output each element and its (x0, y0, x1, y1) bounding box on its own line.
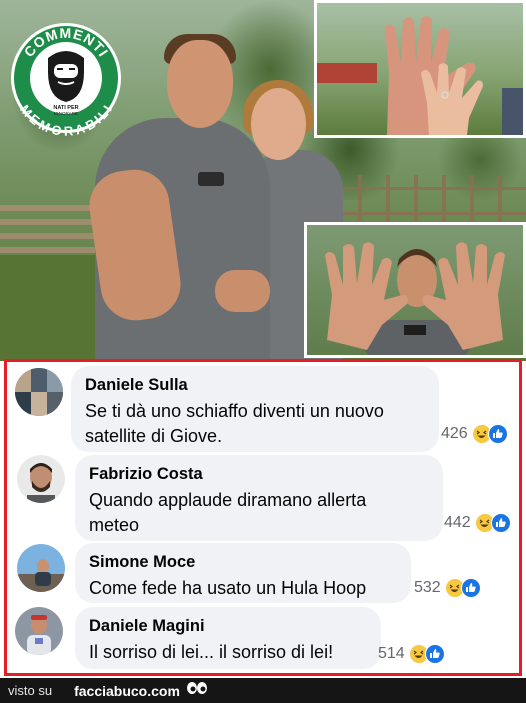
comment-text-line: Come fede ha usato un Hula Hoop (89, 578, 367, 598)
comment-bubble: Simone Moce Come fede ha usato un Hula H… (75, 543, 411, 603)
reaction-count: 514 (378, 645, 405, 662)
avatar[interactable] (15, 607, 63, 655)
comment-author[interactable]: Simone Moce (89, 552, 397, 572)
commenti-memorabili-logo: COMMENTI MEMORABILI NATI PER IGNORARE (10, 14, 122, 142)
woman-head (251, 88, 306, 160)
shirt-logo (198, 172, 224, 186)
background-fence (330, 175, 526, 225)
footer-bar: visto su facciabuco.com (0, 678, 526, 703)
comment-text-line: meteo (89, 515, 140, 535)
avatar[interactable] (17, 455, 65, 503)
comment-author[interactable]: Daniele Magini (89, 616, 367, 636)
avatar[interactable] (17, 544, 65, 592)
comment-bubble: Daniele Sulla Se ti dà uno schiaffo dive… (71, 366, 439, 452)
comment-text-line: Se ti dà uno schiaffo diventi un nuovo (85, 401, 384, 421)
reaction-count: 442 (444, 514, 471, 531)
reaction-count: 426 (441, 425, 468, 442)
eyes-icon (186, 681, 208, 700)
like-icon (460, 578, 481, 598)
avatar[interactable] (15, 368, 63, 416)
reaction-summary[interactable]: 442 (444, 513, 511, 533)
inset-hands-comparison (314, 0, 526, 138)
like-icon (424, 644, 445, 664)
reaction-summary[interactable]: 514 (378, 644, 445, 664)
comment-author[interactable]: Fabrizio Costa (89, 464, 429, 484)
reaction-summary[interactable]: 426 (441, 424, 508, 444)
footer-site-link[interactable]: facciabuco.com (74, 683, 180, 699)
meme-photo: COMMENTI MEMORABILI NATI PER IGNORARE (0, 0, 526, 361)
like-icon (487, 424, 508, 444)
man-head (167, 40, 233, 128)
comment-author[interactable]: Daniele Sulla (85, 375, 425, 395)
like-icon (490, 513, 511, 533)
footer-prefix: visto su (8, 683, 53, 698)
hands (215, 270, 270, 312)
comment-bubble: Daniele Magini Il sorriso di lei... il s… (75, 607, 381, 669)
comment-text-line: Il sorriso di lei... il sorriso di lei! (89, 642, 334, 662)
comment-text-line: satellite di Giove. (85, 426, 223, 446)
reaction-summary[interactable]: 532 (414, 578, 481, 598)
comment-text-line: Quando applaude diramano allerta (89, 490, 367, 510)
comments-panel: Daniele Sulla Se ti dà uno schiaffo dive… (4, 359, 522, 676)
reaction-count: 532 (414, 579, 441, 596)
logo-tagline-2: IGNORARE (54, 111, 78, 116)
inset-man-hands-up (304, 222, 526, 358)
comment-bubble: Fabrizio Costa Quando applaude diramano … (75, 455, 443, 541)
